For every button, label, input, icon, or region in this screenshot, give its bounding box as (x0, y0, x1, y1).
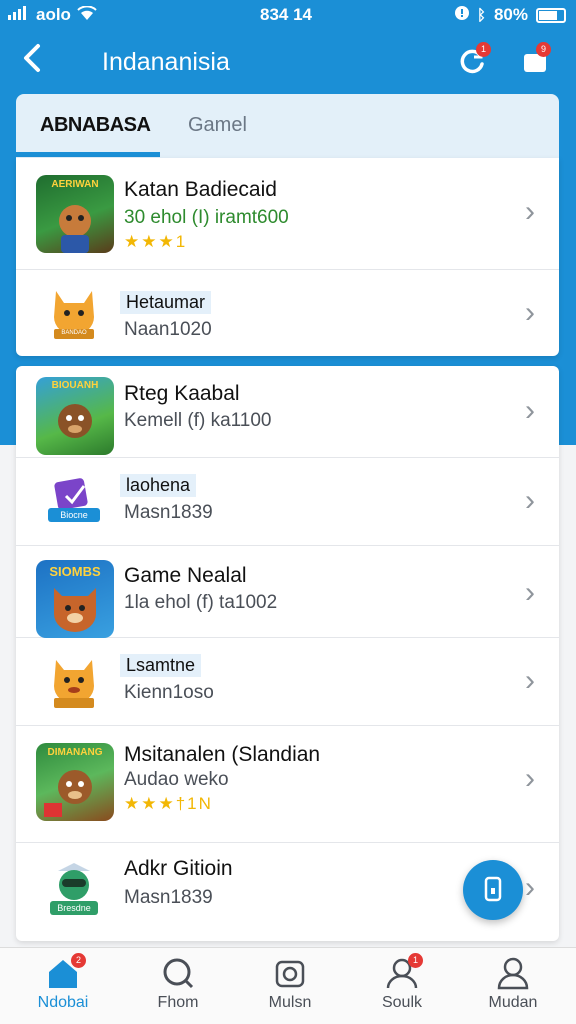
tab-gamel[interactable]: Gamel (188, 114, 247, 137)
bluetooth-icon: ᛒ (476, 6, 486, 24)
card-icon (48, 478, 100, 522)
item-title: Katan Badiecaid (124, 178, 277, 201)
item-title: Msitanalen (Slandian (124, 743, 321, 766)
alert-icon (454, 5, 469, 25)
game-thumbnail: BANDAO (44, 283, 104, 343)
chevron-right-icon: › (525, 394, 535, 427)
fox-icon (54, 588, 96, 632)
signal-group: aolo (8, 5, 97, 25)
chevron-right-icon: › (525, 576, 535, 609)
wifi-icon (77, 5, 97, 25)
featured-card: AERIWAN Katan Badiecaid 30 ehol (I) iram… (16, 158, 559, 356)
item-title: laohena (120, 474, 197, 497)
nav-label: Ndobai (37, 994, 89, 1011)
item-subtitle: Kienn1oso (124, 682, 214, 703)
item-title: Lsamtne (120, 654, 202, 677)
refresh-button[interactable]: 1 (458, 42, 491, 76)
nav-home[interactable]: 2 Ndobai (18, 953, 108, 1012)
game-thumbnail (44, 652, 104, 712)
fox-icon (54, 660, 94, 708)
people-icon: 1 (384, 953, 423, 990)
item-title: Hetaumar (120, 291, 212, 314)
chevron-right-icon: › (525, 664, 535, 697)
item-title: Game Nealal (124, 564, 247, 587)
battery-icon (536, 7, 566, 23)
item-subtitle: Audao weko (124, 769, 229, 790)
home-icon: 2 (45, 953, 86, 990)
chevron-right-icon: › (525, 296, 535, 329)
status-right: ᛒ 80% (454, 5, 566, 25)
game-thumbnail: BIOUANH (36, 377, 114, 455)
status-bar: aolo 834 14 ᛒ 80% (0, 0, 576, 30)
list-item[interactable]: BANDAO Hetaumar Naan1020 › (16, 270, 559, 356)
signal-icon (8, 5, 30, 25)
thumbnail-label: Biocne (60, 510, 88, 520)
battery-level: 80% (493, 5, 528, 24)
chevron-right-icon: › (525, 762, 535, 795)
phone-icon (484, 876, 502, 902)
nav-label: Mudan (488, 994, 538, 1011)
chevron-right-icon: › (525, 871, 535, 904)
inbox-button[interactable]: 9 (522, 42, 552, 76)
search-icon (160, 956, 196, 990)
nav-label: Fhom (157, 994, 199, 1011)
list-item[interactable]: AERIWAN Katan Badiecaid 30 ehol (I) iram… (16, 158, 559, 270)
item-rating: ★★★1 (124, 232, 188, 251)
nav-profile[interactable]: Mudan (468, 956, 558, 1012)
game-list-card: BIOUANH Rteg Kaabal Kemell (f) ka1100 › … (16, 366, 559, 941)
home-badge: 2 (71, 953, 86, 968)
thumbnail-label: BANDAO (61, 330, 87, 336)
item-rating: ★★★†1N (124, 794, 213, 813)
bottom-navigation: 2 Ndobai Fhom Mulsn 1 Soulk Mudan (0, 947, 576, 1024)
nav-search[interactable]: Fhom (133, 956, 223, 1012)
gamepad-icon (272, 956, 308, 990)
active-tab-indicator (16, 152, 160, 157)
list-item[interactable]: SIOMBS Game Nealal 1la ehol (f) ta1002 › (16, 546, 559, 638)
chevron-right-icon: › (525, 484, 535, 517)
carrier-name: aolo (36, 5, 71, 24)
nav-label: Soulk (381, 994, 423, 1011)
page-title: Indananisia (102, 48, 230, 76)
list-item[interactable]: BIOUANH Rteg Kaabal Kemell (f) ka1100 › (16, 366, 559, 458)
list-item[interactable]: Lsamtne Kienn1oso › (16, 638, 559, 726)
app-bar: Indananisia 1 9 (0, 36, 576, 86)
list-item[interactable]: DIMANANG Msitanalen (Slandian Audao weko… (16, 726, 559, 843)
item-title: Adkr Gitioin (124, 857, 233, 880)
bear-icon (44, 770, 92, 817)
back-arrow-icon[interactable] (22, 42, 42, 80)
nav-social[interactable]: 1 Soulk (357, 953, 447, 1012)
item-subtitle: Naan1020 (124, 319, 212, 340)
item-subtitle: Masn1839 (124, 887, 213, 908)
nav-label: Mulsn (268, 994, 312, 1011)
chevron-right-icon: › (525, 195, 535, 228)
game-thumbnail: Biocne (44, 472, 104, 532)
item-subtitle: Kemell (f) ka1100 (124, 410, 272, 431)
game-character-icon (59, 205, 91, 253)
nav-media[interactable]: Mulsn (245, 956, 335, 1012)
refresh-badge: 1 (476, 42, 491, 57)
profile-icon (495, 956, 531, 990)
floating-action-button[interactable] (463, 860, 523, 920)
item-subtitle: Masn1839 (124, 502, 213, 523)
thumbnail-label: Bresdne (57, 903, 91, 913)
item-subtitle: 30 ehol (I) iramt600 (124, 207, 289, 228)
game-thumbnail: SIOMBS (36, 560, 114, 638)
bear-icon (58, 404, 92, 438)
inbox-badge: 9 (536, 42, 551, 57)
tab-bar: ABNABASA Gamel (16, 94, 559, 158)
tab-abnabasa[interactable]: ABNABASA (40, 114, 151, 137)
status-time: 834 14 (260, 5, 312, 24)
list-item[interactable]: Biocne laohena Masn1839 › (16, 458, 559, 546)
social-badge: 1 (408, 953, 423, 968)
game-thumbnail: AERIWAN (36, 175, 114, 253)
item-title: Rteg Kaabal (124, 382, 240, 405)
game-thumbnail: Bresdne (44, 859, 104, 919)
game-thumbnail: DIMANANG (36, 743, 114, 821)
item-subtitle: 1la ehol (f) ta1002 (124, 592, 278, 613)
